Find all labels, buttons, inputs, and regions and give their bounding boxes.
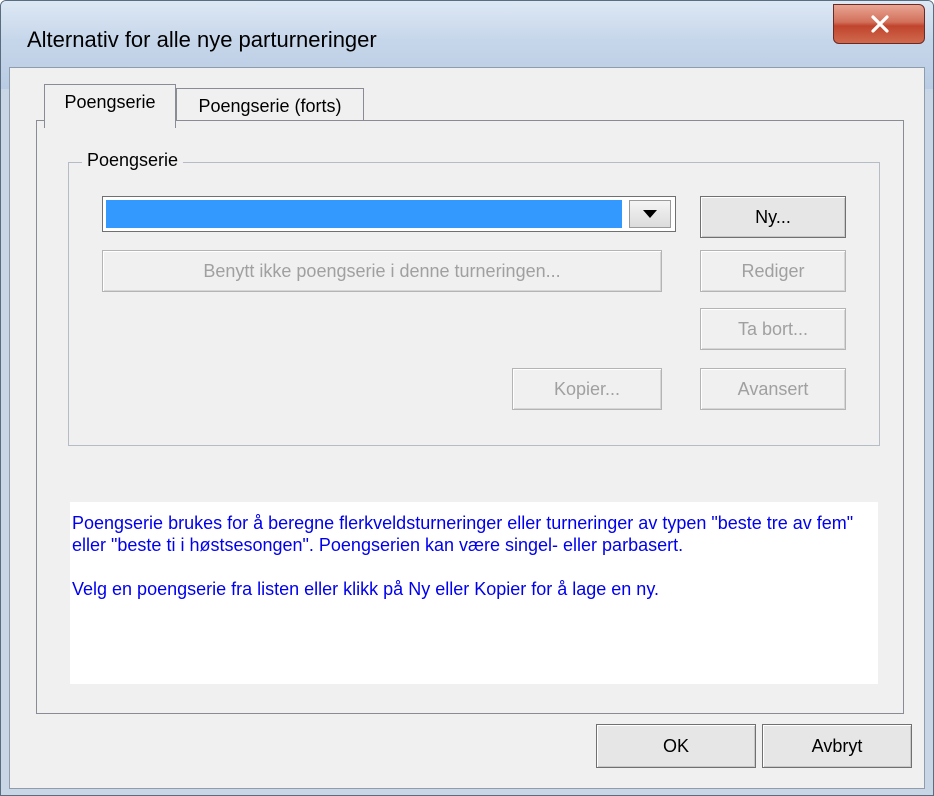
poengserie-dropdown[interactable]	[102, 196, 676, 232]
new-button[interactable]: Ny...	[700, 196, 846, 238]
close-button[interactable]	[833, 4, 925, 44]
delete-button[interactable]: Ta bort...	[700, 308, 846, 350]
do-not-use-poengserie-button[interactable]: Benytt ikke poengserie i denne turnering…	[102, 250, 662, 292]
info-text-box: Poengserie brukes for å beregne flerkvel…	[70, 502, 878, 684]
cancel-button[interactable]: Avbryt	[762, 724, 912, 768]
chevron-down-icon	[643, 210, 657, 218]
tab-poengserie[interactable]: Poengserie	[44, 84, 176, 128]
edit-button[interactable]: Rediger	[700, 250, 846, 292]
dropdown-arrow-button[interactable]	[629, 200, 671, 228]
ok-button[interactable]: OK	[596, 724, 756, 768]
info-paragraph-2: Velg en poengserie fra listen eller klik…	[72, 579, 659, 599]
advanced-button[interactable]: Avansert	[700, 368, 846, 410]
close-icon	[871, 15, 889, 33]
dialog-title: Alternativ for alle nye parturneringer	[27, 27, 377, 52]
groupbox-label: Poengserie	[82, 150, 184, 171]
tab-poengserie-label: Poengserie	[64, 92, 156, 112]
tab-poengserie-forts-label: Poengserie (forts)	[198, 96, 342, 116]
info-paragraph-1: Poengserie brukes for å beregne flerkvel…	[72, 513, 854, 555]
dropdown-selected-value	[106, 200, 622, 228]
copy-button[interactable]: Kopier...	[512, 368, 662, 410]
